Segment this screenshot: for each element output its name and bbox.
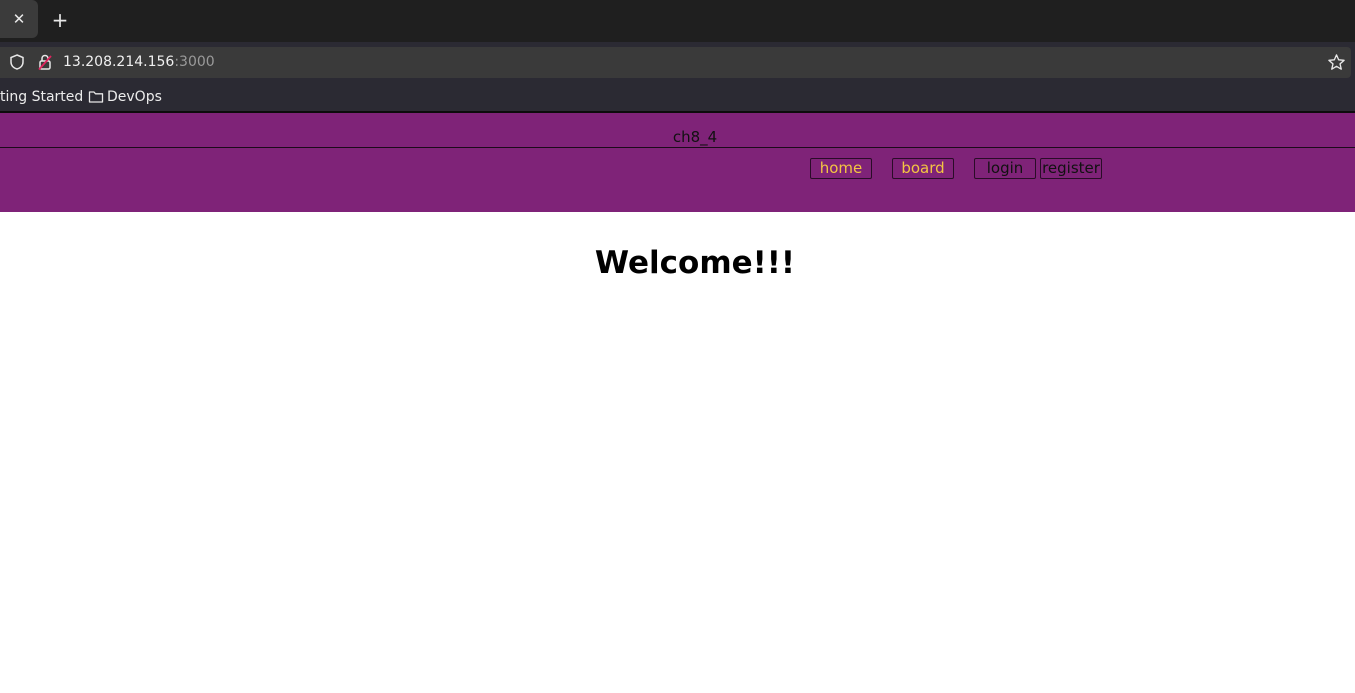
close-tab-icon[interactable]: ✕ bbox=[13, 10, 26, 28]
nav-board-link[interactable]: board bbox=[892, 158, 954, 179]
header-divider bbox=[0, 147, 1355, 148]
site-title: ch8_4 bbox=[672, 128, 718, 146]
welcome-heading: Welcome!!! bbox=[594, 245, 796, 281]
bookmark-getting-started[interactable]: ting Started bbox=[0, 89, 83, 105]
nav-home-link[interactable]: home bbox=[810, 158, 872, 179]
url-port: :3000 bbox=[174, 54, 215, 70]
bookmark-star-icon[interactable] bbox=[1327, 53, 1346, 72]
folder-icon bbox=[88, 91, 104, 103]
shield-icon[interactable] bbox=[8, 53, 26, 71]
nav-register-link[interactable]: register bbox=[1040, 158, 1102, 179]
url-text[interactable]: 13.208.214.156:3000 bbox=[63, 54, 215, 72]
bookmark-devops[interactable]: DevOps bbox=[107, 89, 162, 105]
browser-tab-bar bbox=[0, 0, 1355, 42]
insecure-lock-icon[interactable] bbox=[36, 53, 54, 71]
nav-login-link[interactable]: login bbox=[974, 158, 1036, 179]
browser-tab[interactable]: ✕ bbox=[0, 0, 38, 38]
bookmarks-toolbar bbox=[0, 82, 1355, 112]
url-host: 13.208.214.156 bbox=[63, 54, 175, 70]
new-tab-button[interactable]: + bbox=[49, 9, 71, 31]
